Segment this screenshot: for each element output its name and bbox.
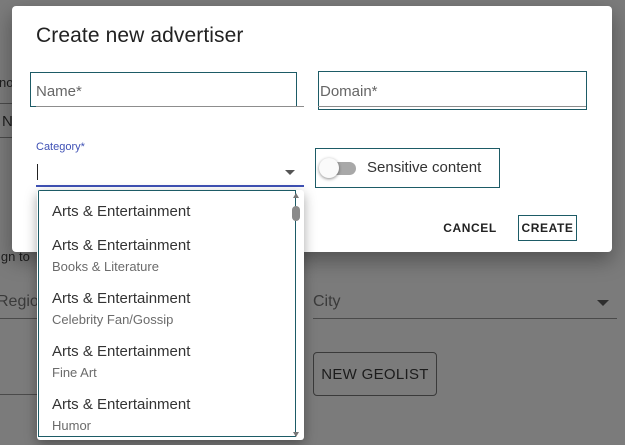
dropdown-scrollbar[interactable]	[291, 190, 302, 440]
name-field-placeholder: Name*	[36, 83, 82, 100]
category-option[interactable]: Arts & Entertainment Humor	[37, 382, 295, 440]
category-field-underline	[36, 185, 304, 187]
category-option-title: Arts & Entertainment	[52, 290, 191, 307]
category-option[interactable]: Arts & Entertainment	[37, 190, 295, 223]
city-field-label[interactable]: City	[313, 293, 341, 311]
domain-field-placeholder: Domain*	[320, 83, 378, 100]
scroll-down-arrow-icon[interactable]	[293, 432, 299, 437]
create-button-label: CREATE	[521, 221, 574, 235]
category-option-subtitle: Books & Literature	[52, 259, 159, 274]
domain-field-underline	[318, 106, 586, 107]
category-dropdown[interactable]: Arts & Entertainment Arts & Entertainmen…	[37, 190, 304, 440]
scroll-up-arrow-icon[interactable]	[293, 193, 299, 198]
category-option-subtitle: Fine Art	[52, 365, 97, 380]
new-geolist-button[interactable]: NEW GEOLIST	[313, 352, 437, 396]
sensitive-content-toggle[interactable]: Sensitive content	[315, 148, 500, 188]
cancel-button-label: CANCEL	[443, 221, 497, 235]
category-option-subtitle: Celebrity Fan/Gossip	[52, 312, 174, 327]
region-field-underline	[0, 318, 40, 319]
category-option-title: Arts & Entertainment	[52, 203, 191, 220]
category-option[interactable]: Arts & Entertainment Celebrity Fan/Gossi…	[37, 276, 295, 329]
name-field-underline	[36, 106, 304, 107]
new-geolist-button-label: NEW GEOLIST	[321, 365, 429, 383]
category-option-title: Arts & Entertainment	[52, 396, 191, 413]
cancel-button[interactable]: CANCEL	[438, 216, 502, 240]
region-field-label: Regio	[0, 293, 39, 310]
create-button[interactable]: CREATE	[518, 215, 577, 241]
dialog-title: Create new advertiser	[36, 24, 244, 47]
text-cursor	[37, 164, 38, 180]
category-option-title: Arts & Entertainment	[52, 237, 191, 254]
chevron-down-icon	[597, 300, 609, 306]
category-option-title: Arts & Entertainment	[52, 343, 191, 360]
background-divider	[0, 394, 40, 395]
chevron-down-icon[interactable]	[285, 170, 295, 175]
category-option[interactable]: Arts & Entertainment Fine Art	[37, 329, 295, 382]
scrollbar-thumb[interactable]	[292, 206, 300, 221]
toggle-thumb[interactable]	[319, 158, 339, 178]
category-option-subtitle: Humor	[52, 418, 92, 433]
category-select[interactable]	[36, 159, 303, 185]
sensitive-content-label: Sensitive content	[367, 159, 482, 176]
city-field-underline	[313, 318, 617, 319]
category-field-label: Category*	[36, 141, 85, 153]
category-option[interactable]: Arts & Entertainment Books & Literature	[37, 223, 295, 276]
